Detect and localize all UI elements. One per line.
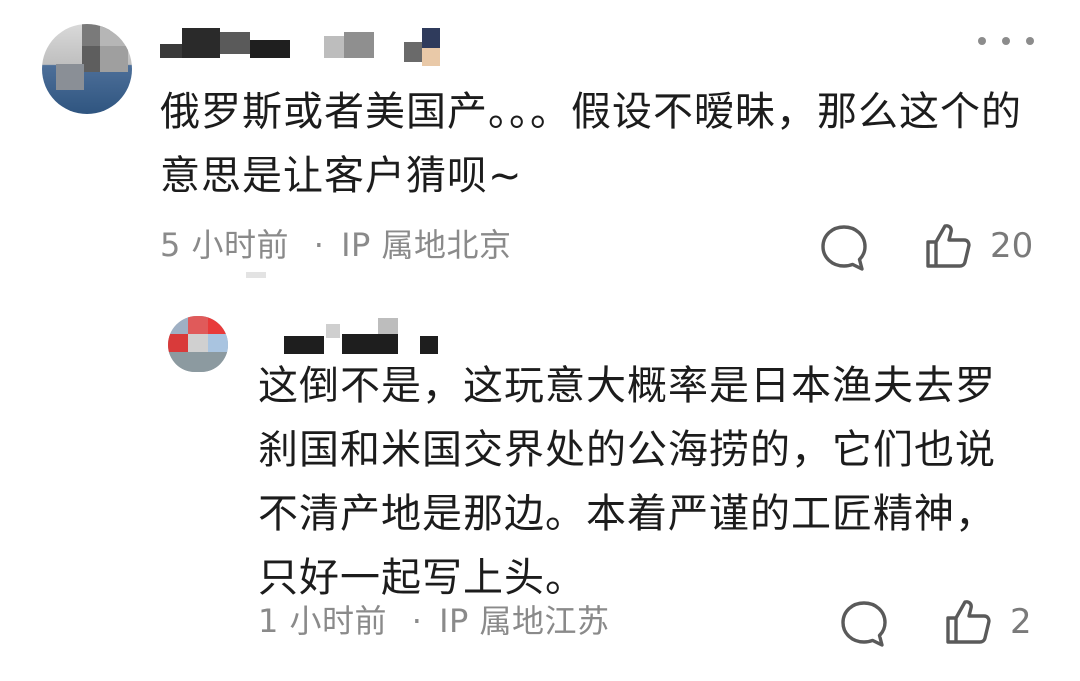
comment-text: 俄罗斯或者美国产。。。假设不暧昧，那么这个的意思是让客户猜呗~ bbox=[160, 89, 1022, 199]
more-dots-icon bbox=[1026, 37, 1034, 45]
like-count: 2 bbox=[1010, 602, 1032, 642]
reply-avatar[interactable] bbox=[168, 316, 228, 372]
thumbs-up-icon bbox=[926, 224, 971, 268]
comment-bubble-icon[interactable] bbox=[818, 222, 870, 274]
divider bbox=[246, 272, 266, 278]
username-masked[interactable] bbox=[160, 24, 450, 72]
avatar[interactable] bbox=[42, 24, 132, 114]
like-button[interactable]: 20 bbox=[922, 220, 1033, 272]
like-count: 20 bbox=[990, 226, 1034, 266]
reply-location: IP 属地江苏 bbox=[439, 602, 610, 640]
comment-location: IP 属地北京 bbox=[341, 226, 512, 264]
more-options-button[interactable] bbox=[978, 26, 1034, 56]
more-dots-icon bbox=[978, 37, 986, 45]
comment-time: 5 小时前 bbox=[160, 226, 290, 264]
meta-separator: · bbox=[313, 226, 325, 264]
reply-text: 这倒不是，这玩意大概率是日本渔夫去罗刹国和米国交界处的公海捞的，它们也说不清产地… bbox=[258, 363, 996, 601]
comment-bubble-icon[interactable] bbox=[838, 598, 890, 650]
reply-time: 1 小时前 bbox=[258, 602, 388, 640]
comment-thread: 俄罗斯或者美国产。。。假设不暧昧，那么这个的意思是让客户猜呗~ 5 小时前 · … bbox=[0, 0, 1080, 681]
comment-meta: 5 小时前 · IP 属地北京 bbox=[160, 220, 511, 270]
reply-username-masked[interactable] bbox=[284, 318, 464, 358]
reply-meta: 1 小时前 · IP 属地江苏 bbox=[258, 596, 609, 646]
more-dots-icon bbox=[1002, 37, 1010, 45]
meta-separator: · bbox=[411, 602, 423, 640]
like-button[interactable]: 2 bbox=[942, 596, 1032, 648]
thumbs-up-icon bbox=[946, 600, 991, 644]
